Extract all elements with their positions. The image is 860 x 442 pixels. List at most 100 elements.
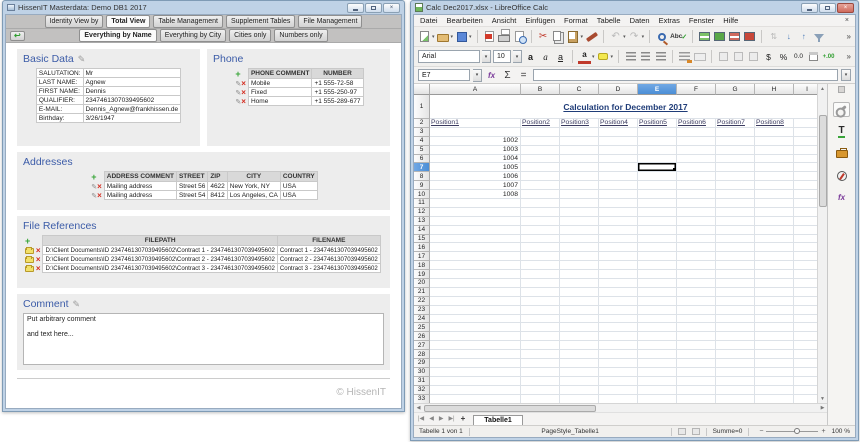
delete-row-icon[interactable]: × <box>36 255 41 264</box>
function-wizard-button[interactable]: fx <box>485 68 498 83</box>
cell-G33[interactable] <box>716 395 755 403</box>
cell-G10[interactable] <box>716 190 755 199</box>
supplement-tables-button[interactable]: Supplement Tables <box>226 15 295 28</box>
cell-I5[interactable] <box>794 146 817 155</box>
cell-G22[interactable] <box>716 297 755 306</box>
total-view-button[interactable]: Total View <box>106 15 150 28</box>
cell-D18[interactable] <box>599 261 638 270</box>
vertical-scrollbar[interactable]: ▲ ▼ <box>817 84 827 403</box>
cell-F24[interactable] <box>677 315 716 324</box>
cell-H26[interactable] <box>755 332 794 341</box>
delete-row-button[interactable] <box>728 29 741 44</box>
cell-E10[interactable] <box>638 190 677 199</box>
font-name-select[interactable]: Arial <box>418 50 480 63</box>
cell-D14[interactable] <box>599 226 638 235</box>
cell-I32[interactable] <box>794 386 817 395</box>
selection-mode-icon[interactable] <box>678 428 686 435</box>
back-button[interactable]: ↩ <box>10 31 25 41</box>
delete-row-icon[interactable]: × <box>97 182 102 191</box>
cell-A20[interactable] <box>430 279 521 288</box>
cell-G30[interactable] <box>716 368 755 377</box>
cell-D9[interactable] <box>599 181 638 190</box>
cell-B10[interactable] <box>521 190 560 199</box>
row-header-9[interactable]: 9 <box>414 181 430 190</box>
cell-A26[interactable] <box>430 332 521 341</box>
row-header-17[interactable]: 17 <box>414 252 430 261</box>
unmerge-button[interactable] <box>747 49 760 64</box>
column-header-D[interactable]: D <box>599 84 638 95</box>
open-button[interactable] <box>437 29 450 44</box>
properties-button[interactable] <box>833 102 850 117</box>
scroll-right-icon[interactable]: ▶ <box>818 405 827 411</box>
chevron-down-icon[interactable]: ▾ <box>451 34 454 40</box>
previous-sheet-button[interactable]: ◀ <box>427 413 436 425</box>
cell-G21[interactable] <box>716 288 755 297</box>
cell-H4[interactable] <box>755 137 794 146</box>
cell-I20[interactable] <box>794 279 817 288</box>
cell-D5[interactable] <box>599 146 638 155</box>
cell-G27[interactable] <box>716 341 755 350</box>
cell-C32[interactable] <box>560 386 599 395</box>
cell-H31[interactable] <box>755 377 794 386</box>
add-sheet-button[interactable]: + <box>458 413 469 425</box>
add-file-button[interactable]: + <box>25 236 30 246</box>
cell-E16[interactable] <box>638 243 677 252</box>
cell-I4[interactable] <box>794 137 817 146</box>
cell-E8[interactable] <box>638 172 677 181</box>
cell-F22[interactable] <box>677 297 716 306</box>
identity-view-by-button[interactable]: Identity View by <box>45 15 104 28</box>
row-header-21[interactable]: 21 <box>414 288 430 297</box>
name-box-dropdown[interactable]: ▾ <box>473 69 482 82</box>
cell-H13[interactable] <box>755 217 794 226</box>
chevron-down-icon[interactable]: ▾ <box>469 34 472 40</box>
cell-B3[interactable] <box>521 128 560 137</box>
cell-C30[interactable] <box>560 368 599 377</box>
cell-sheet-title[interactable]: Calculation for December 2017 <box>430 95 817 119</box>
cell-D32[interactable] <box>599 386 638 395</box>
row-header-13[interactable]: 13 <box>414 217 430 226</box>
highlight-color-button[interactable] <box>597 49 610 64</box>
cell-D2[interactable]: Position4 <box>599 119 638 128</box>
clone-formatting-button[interactable] <box>585 29 598 44</box>
masterdata-titlebar[interactable]: HissenIT Masterdata: Demo DB1 2017 × <box>3 1 404 14</box>
cell-E28[interactable] <box>638 350 677 359</box>
cell-B6[interactable] <box>521 155 560 164</box>
cell-G11[interactable] <box>716 199 755 208</box>
delete-row-icon[interactable]: × <box>36 264 41 273</box>
cell-A8[interactable]: 1006 <box>430 172 521 181</box>
chevron-down-icon[interactable]: ▾ <box>592 54 595 60</box>
cell-C2[interactable]: Position3 <box>560 119 599 128</box>
cell-C24[interactable] <box>560 315 599 324</box>
cell-H24[interactable] <box>755 315 794 324</box>
cell-F29[interactable] <box>677 359 716 368</box>
add-address-button[interactable]: + <box>91 172 96 182</box>
horizontal-scroll-thumb[interactable] <box>424 405 596 412</box>
scroll-down-icon[interactable]: ▼ <box>820 394 825 403</box>
cell-E21[interactable] <box>638 288 677 297</box>
cell-B8[interactable] <box>521 172 560 181</box>
column-header-B[interactable]: B <box>521 84 560 95</box>
functions-button[interactable]: fx <box>833 190 850 205</box>
cell-D10[interactable] <box>599 190 638 199</box>
cell-B19[interactable] <box>521 270 560 279</box>
row-header-18[interactable]: 18 <box>414 261 430 270</box>
cell-G14[interactable] <box>716 226 755 235</box>
cell-C25[interactable] <box>560 323 599 332</box>
cell-B30[interactable] <box>521 368 560 377</box>
everything-by-city-button[interactable]: Everything by City <box>160 29 226 42</box>
cell-B14[interactable] <box>521 226 560 235</box>
cell-A18[interactable] <box>430 261 521 270</box>
first-sheet-button[interactable]: |◀ <box>416 413 426 425</box>
cell-B25[interactable] <box>521 323 560 332</box>
add-decimal-button[interactable]: +.00 <box>822 49 835 64</box>
cell-A5[interactable]: 1003 <box>430 146 521 155</box>
cell-H20[interactable] <box>755 279 794 288</box>
cell-A9[interactable]: 1007 <box>430 181 521 190</box>
print-preview-button[interactable] <box>513 29 526 44</box>
cell-H3[interactable] <box>755 128 794 137</box>
row-header-32[interactable]: 32 <box>414 386 430 395</box>
cell-I21[interactable] <box>794 288 817 297</box>
cell-E18[interactable] <box>638 261 677 270</box>
table-management-button[interactable]: Table Management <box>153 15 223 28</box>
cell-F19[interactable] <box>677 270 716 279</box>
